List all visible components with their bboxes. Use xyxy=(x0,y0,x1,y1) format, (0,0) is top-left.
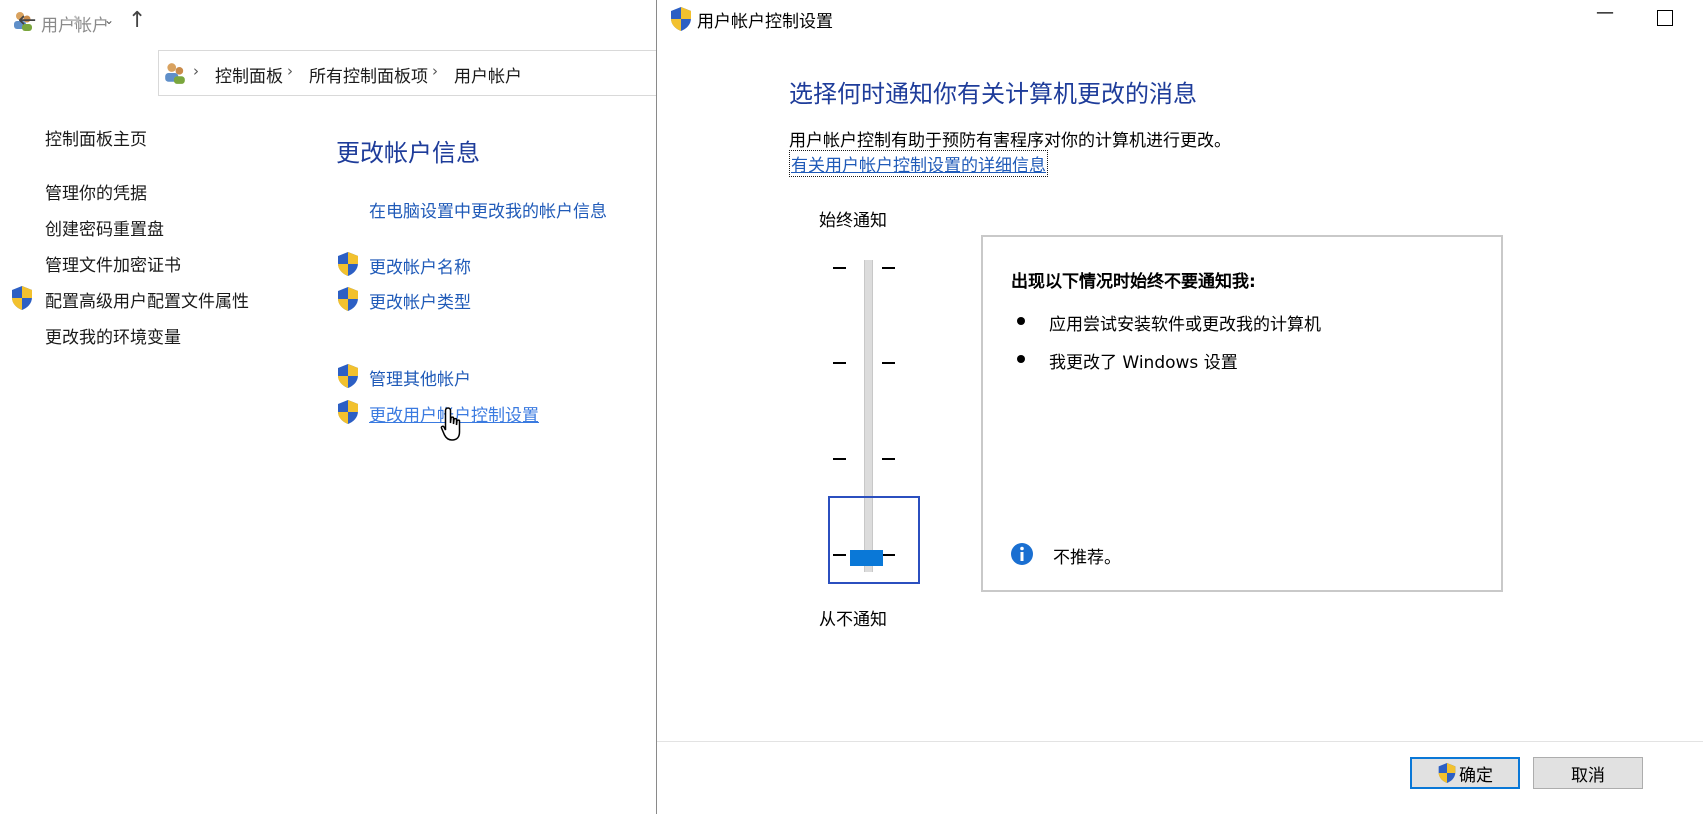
uac-shield-icon xyxy=(1438,763,1456,783)
uac-shield-icon xyxy=(338,364,358,388)
level-description-box: 出现以下情况时始终不要通知我: 应用尝试安装软件或更改我的计算机 我更改了 Wi… xyxy=(981,235,1503,592)
slider-tick xyxy=(882,362,895,364)
sidebar-item-credentials[interactable]: 管理你的凭据 xyxy=(45,179,147,204)
back-arrow-icon[interactable]: ← xyxy=(18,8,36,33)
sidebar-item-reset-disk[interactable]: 创建密码重置盘 xyxy=(45,215,164,240)
cancel-button[interactable]: 取消 xyxy=(1533,757,1643,789)
not-recommended-note: 不推荐。 xyxy=(1053,548,1121,568)
title-bar: 用户帐户 xyxy=(0,0,656,42)
page-title: 更改帐户信息 xyxy=(336,139,480,167)
forward-arrow-icon[interactable]: → xyxy=(62,8,80,33)
minimize-icon[interactable]: — xyxy=(1596,2,1614,23)
sidebar-item-advanced-profile[interactable]: 配置高级用户配置文件属性 xyxy=(45,287,249,312)
control-panel-window: 用户帐户 ← → ⌄ ↑ › 控制面板 › 所有控制面板项 › 用户帐户 控制面… xyxy=(0,0,657,814)
hand-cursor-icon xyxy=(440,407,461,441)
change-account-name-link[interactable]: 更改帐户名称 xyxy=(369,253,471,278)
ok-button-label: 确定 xyxy=(1459,765,1493,786)
slider-tick xyxy=(882,267,895,269)
slider-tick xyxy=(833,458,846,460)
ok-button[interactable]: 确定 xyxy=(1410,757,1520,789)
slider-top-label: 始终通知 xyxy=(819,211,887,231)
sidebar-item-home[interactable]: 控制面板主页 xyxy=(45,125,147,150)
uac-shield-icon xyxy=(338,287,358,311)
slider-tick xyxy=(833,362,846,364)
cancel-button-label: 取消 xyxy=(1571,765,1605,786)
uac-shield-icon xyxy=(338,252,358,276)
breadcrumb-user-accounts[interactable]: 用户帐户 xyxy=(454,62,522,87)
recent-locations-chevron-icon[interactable]: ⌄ xyxy=(104,13,114,27)
breadcrumb-chevron-icon: › xyxy=(432,62,438,80)
more-info-link[interactable]: 有关用户帐户控制设置的详细信息 xyxy=(789,150,1048,177)
up-arrow-icon[interactable]: ↑ xyxy=(128,8,146,33)
info-icon xyxy=(1011,543,1033,565)
maximize-icon[interactable] xyxy=(1657,10,1673,26)
address-bar[interactable]: › 控制面板 › 所有控制面板项 › 用户帐户 xyxy=(158,50,656,96)
bullet-icon xyxy=(1017,317,1025,325)
notification-level-slider-thumb[interactable] xyxy=(850,550,883,566)
dialog-description: 用户帐户控制有助于预防有害程序对你的计算机进行更改。 xyxy=(789,131,1231,151)
dialog-heading: 选择何时通知你有关计算机更改的消息 xyxy=(789,80,1197,108)
slider-tick xyxy=(833,267,846,269)
dialog-title: 用户帐户控制设置 xyxy=(697,12,833,32)
breadcrumb-all-items[interactable]: 所有控制面板项 xyxy=(309,62,428,87)
breadcrumb-chevron-icon: › xyxy=(193,62,199,80)
slider-tick xyxy=(882,458,895,460)
uac-settings-dialog: 用户帐户控制设置 — 选择何时通知你有关计算机更改的消息 用户帐户控制有助于预防… xyxy=(656,0,1703,814)
slider-focus-rect xyxy=(828,496,920,584)
users-icon xyxy=(165,63,185,84)
slider-bottom-label: 从不通知 xyxy=(819,610,887,630)
manage-other-accounts-link[interactable]: 管理其他帐户 xyxy=(369,365,471,390)
level-description-item: 应用尝试安装软件或更改我的计算机 xyxy=(1049,315,1321,335)
uac-shield-icon xyxy=(671,7,691,31)
breadcrumb-chevron-icon: › xyxy=(287,62,293,80)
pc-settings-link[interactable]: 在电脑设置中更改我的帐户信息 xyxy=(369,197,607,222)
footer-divider xyxy=(657,741,1703,742)
breadcrumb-control-panel[interactable]: 控制面板 xyxy=(215,62,283,87)
sidebar-item-env-vars[interactable]: 更改我的环境变量 xyxy=(45,323,181,348)
uac-shield-icon xyxy=(338,400,358,424)
level-description-item: 我更改了 Windows 设置 xyxy=(1049,353,1238,373)
change-account-type-link[interactable]: 更改帐户类型 xyxy=(369,288,471,313)
uac-shield-icon xyxy=(12,286,32,310)
level-description-title: 出现以下情况时始终不要通知我: xyxy=(1011,272,1256,292)
sidebar-item-encryption-certs[interactable]: 管理文件加密证书 xyxy=(45,251,181,276)
bullet-icon xyxy=(1017,355,1025,363)
